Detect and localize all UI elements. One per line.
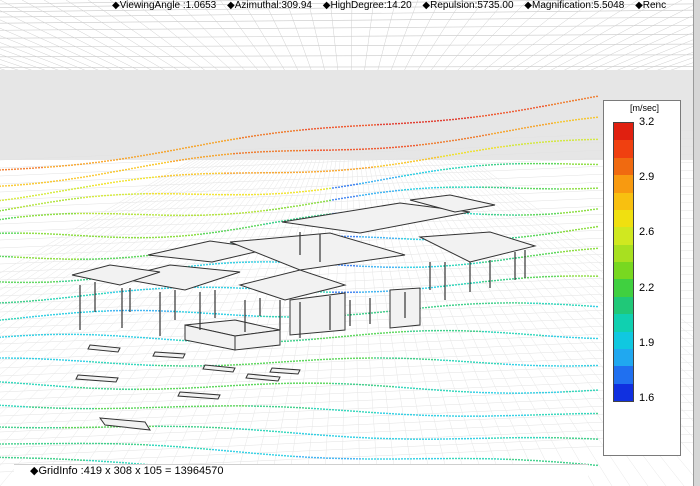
magnification-readout: ◆Magnification:5.5048 — [524, 0, 625, 11]
legend-color-swatch — [614, 383, 633, 401]
view-parameters-bar: ◆ViewingAngle :1.0653 ◆Azimuthal:309.94 … — [0, 0, 700, 12]
velocity-color-legend: [m/sec] 3.2 2.9 2.6 2.2 1.9 1.6 — [603, 100, 681, 456]
grid-info-label: ◆GridInfo :419 x 308 x 105 = 13964570 — [14, 464, 588, 486]
legend-color-swatch — [614, 279, 633, 297]
legend-color-swatch — [614, 227, 633, 245]
legend-color-swatch — [614, 175, 633, 193]
legend-color-swatch — [614, 123, 633, 141]
render-readout: ◆Renc — [635, 0, 667, 11]
far-grid-haze — [0, 70, 700, 160]
legend-tick: 2.2 — [639, 282, 655, 294]
simulation-viewport[interactable]: ◆ViewingAngle :1.0653 ◆Azimuthal:309.94 … — [0, 0, 700, 486]
high-degree-readout: ◆HighDegree:14.20 — [322, 0, 412, 11]
legend-color-swatch — [614, 314, 633, 332]
repulsion-readout: ◆Repulsion:5735.00 — [422, 0, 514, 11]
legend-tick: 1.9 — [639, 337, 655, 349]
legend-color-swatch — [614, 348, 633, 367]
building-block — [289, 292, 346, 336]
legend-color-bar — [613, 122, 634, 402]
legend-color-swatch — [614, 192, 633, 210]
legend-color-swatch — [614, 244, 633, 262]
legend-color-swatch — [614, 140, 633, 158]
azimuthal-readout: ◆Azimuthal:309.94 — [227, 0, 312, 11]
legend-color-swatch — [614, 209, 633, 228]
legend-tick: 2.9 — [639, 171, 655, 183]
window-right-border — [693, 0, 700, 486]
legend-color-swatch — [614, 262, 633, 280]
wind-flow-3d-scene[interactable] — [0, 0, 700, 486]
viewing-angle-readout: ◆ViewingAngle :1.0653 — [112, 0, 217, 11]
legend-tick: 2.6 — [639, 226, 655, 238]
legend-color-swatch — [614, 366, 633, 384]
legend-color-swatch — [614, 331, 633, 349]
legend-unit: [m/sec] — [630, 103, 660, 113]
legend-tick: 1.6 — [639, 392, 655, 404]
legend-color-swatch — [614, 157, 633, 176]
legend-tick: 3.2 — [639, 116, 655, 128]
legend-color-swatch — [614, 296, 633, 315]
